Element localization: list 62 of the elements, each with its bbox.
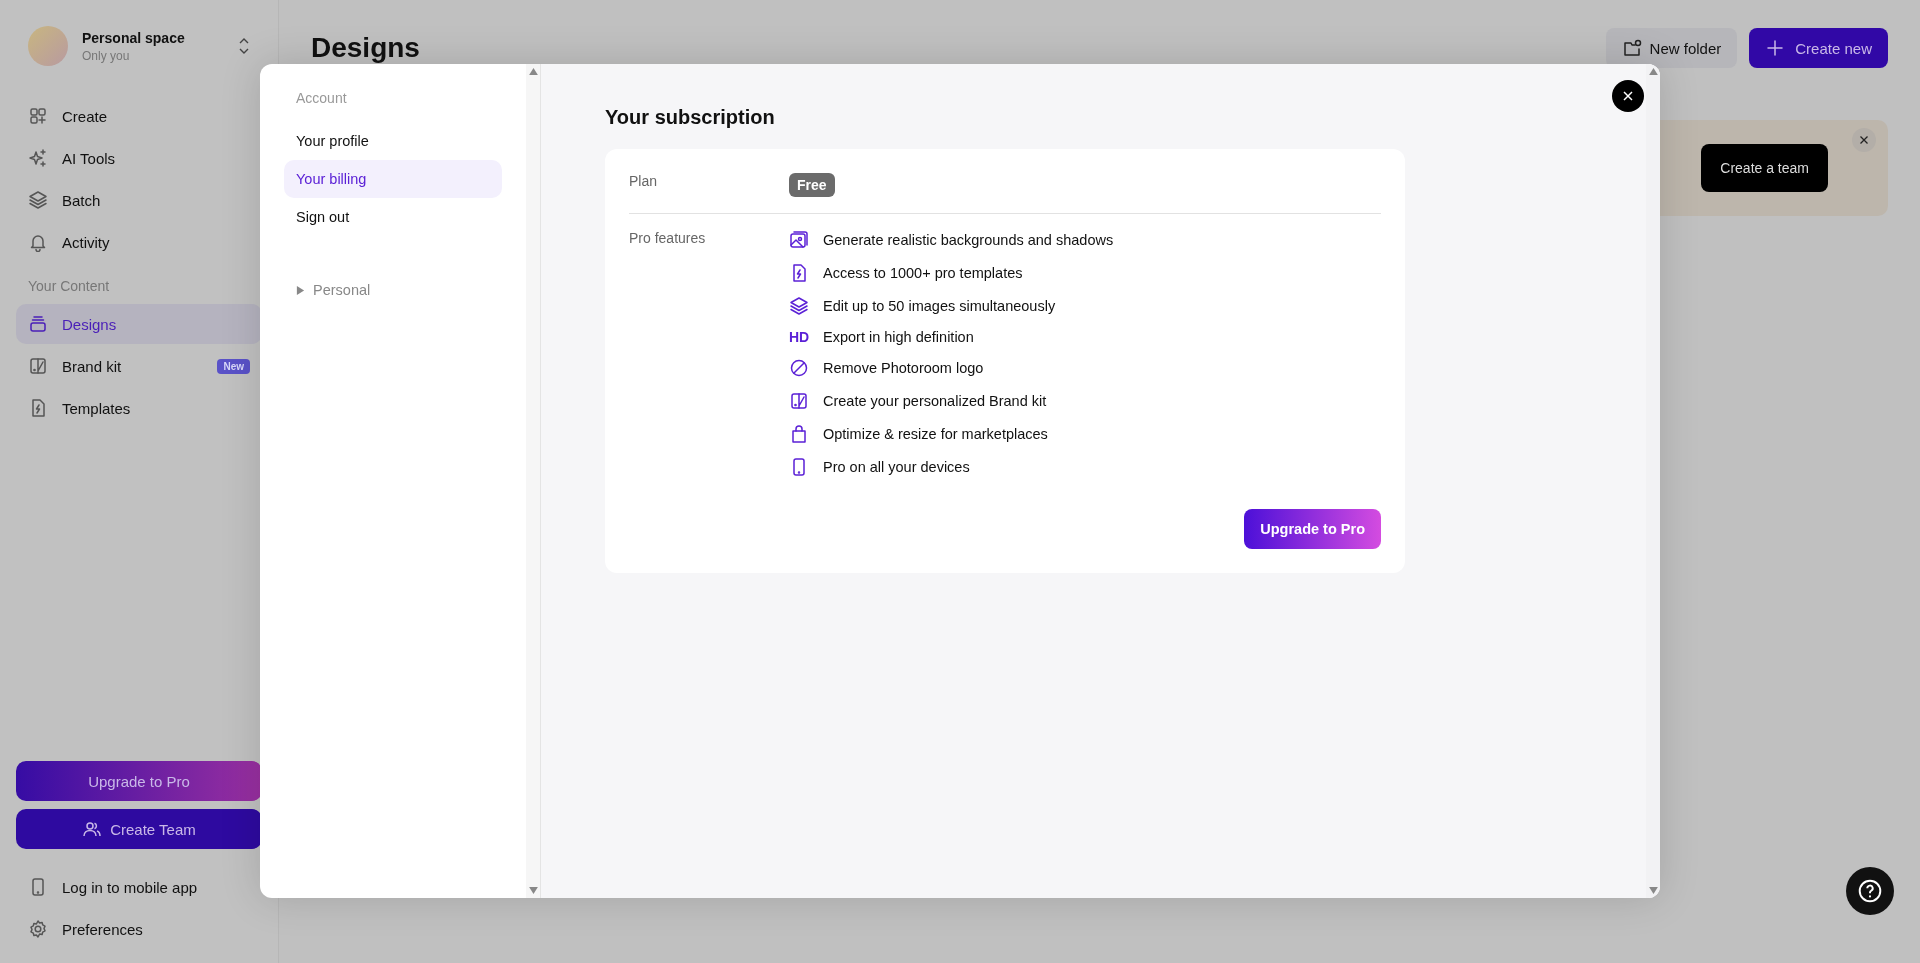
- create-team-button[interactable]: Create Team: [16, 809, 262, 849]
- settings-icon: [28, 919, 48, 939]
- page-title: Designs: [311, 32, 420, 64]
- sidebar-item[interactable]: Brand kit New: [16, 346, 262, 386]
- feature-text: Optimize & resize for marketplaces: [823, 426, 1048, 442]
- grid-plus-icon: [28, 106, 48, 126]
- brand-kit-icon: [28, 356, 48, 376]
- section-label: Your Content: [27, 278, 111, 294]
- hd-icon: HD: [789, 329, 809, 345]
- chevron-up-down-icon[interactable]: [238, 36, 250, 56]
- sidebar-item[interactable]: Templates: [16, 388, 262, 428]
- create-a-team-button[interactable]: Create a team: [1701, 144, 1828, 192]
- feature-text: Export in high definition: [823, 329, 974, 345]
- feature-text: Generate realistic backgrounds and shadows: [823, 232, 1114, 248]
- sidebar-item[interactable]: Batch: [16, 180, 262, 220]
- new-badge: New: [217, 358, 250, 374]
- help-icon: [1857, 878, 1883, 904]
- features-label: Pro features: [629, 230, 707, 248]
- sidebar-item[interactable]: Create: [16, 96, 262, 136]
- feature-text: Create your personalized Brand kit: [823, 393, 1047, 409]
- menu-item[interactable]: Sign out: [284, 198, 502, 236]
- prohibited-icon: [789, 358, 809, 378]
- create-new-button[interactable]: Create new: [1749, 28, 1888, 68]
- sidebar-item[interactable]: AI Tools: [16, 138, 262, 178]
- image-icon: [789, 230, 809, 250]
- help-button[interactable]: [1846, 867, 1894, 915]
- stacked-tray-icon: [28, 314, 48, 334]
- feature-text: Edit up to 50 images simultaneously: [823, 298, 1056, 314]
- bell-icon: [28, 232, 48, 252]
- triangle-icon: [296, 285, 305, 295]
- people-icon: [82, 819, 103, 839]
- layers-icon: [789, 296, 809, 316]
- feature-text: Access to 1000+ pro templates: [823, 265, 1023, 281]
- folder-plus-icon: [1621, 38, 1642, 58]
- sidebar-item[interactable]: Log in to mobile app: [16, 867, 262, 907]
- workspace-name: Personal space: [82, 29, 185, 46]
- section-label: Account: [295, 90, 348, 106]
- personal-group-toggle[interactable]: Personal: [284, 282, 502, 298]
- brand-kit-icon: [789, 391, 809, 411]
- sidebar-item[interactable]: Designs: [16, 304, 262, 344]
- sparkles-icon: [28, 148, 48, 168]
- workspace-subtitle: Only you: [82, 48, 130, 63]
- scroll-down-arrow-icon[interactable]: [1648, 887, 1658, 894]
- layers-icon: [28, 190, 48, 210]
- section-title: Your subscription: [605, 106, 776, 129]
- upgrade-button[interactable]: Upgrade to Pro: [1244, 509, 1381, 549]
- plan-badge: Free: [789, 173, 835, 197]
- scroll-up-arrow-icon[interactable]: [1648, 68, 1658, 75]
- shopping-bag-icon: [789, 424, 809, 444]
- sidebar-item[interactable]: Preferences: [16, 909, 262, 949]
- plus-icon: [1765, 38, 1786, 58]
- new-folder-button[interactable]: New folder: [1605, 28, 1738, 68]
- scroll-up-arrow-icon[interactable]: [528, 68, 538, 75]
- feature-text: Remove Photoroom logo: [823, 360, 984, 376]
- sidebar-item[interactable]: Activity: [16, 222, 262, 262]
- plan-label: Plan: [629, 173, 659, 189]
- scroll-down-arrow-icon[interactable]: [528, 887, 538, 894]
- menu-item[interactable]: Your billing: [284, 160, 502, 198]
- upgrade-button[interactable]: Upgrade to Pro: [16, 761, 262, 801]
- avatar: [28, 26, 68, 66]
- feature-text: Pro on all your devices: [823, 459, 970, 475]
- menu-item[interactable]: Your profile: [284, 122, 502, 160]
